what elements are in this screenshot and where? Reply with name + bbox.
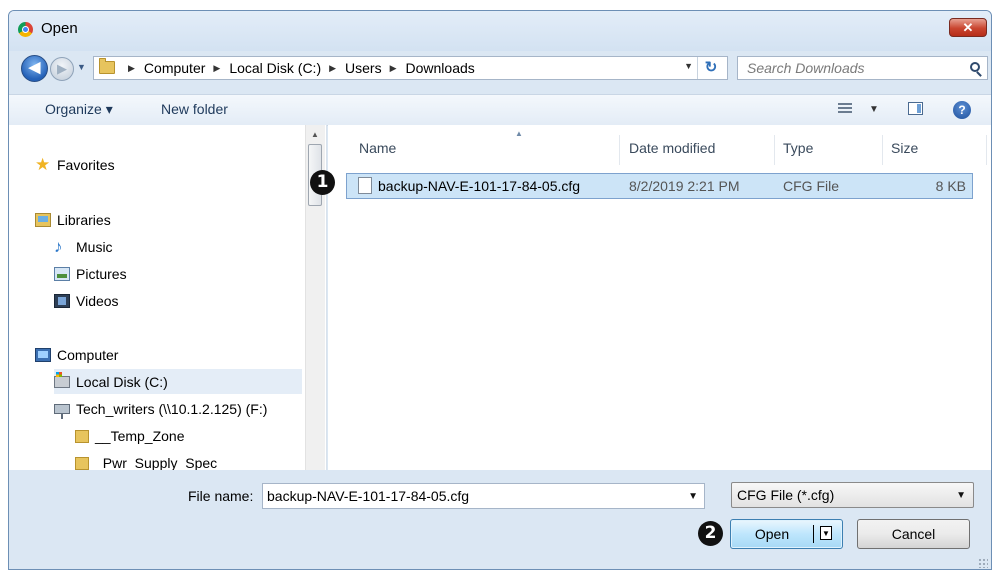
callout-1: 1 bbox=[310, 170, 335, 195]
folder-icon bbox=[99, 58, 115, 74]
music-note-icon: ♪ bbox=[54, 237, 63, 256]
column-divider[interactable] bbox=[882, 135, 883, 165]
sidebar-item-label: Tech_writers (\\10.1.2.125) (F:) bbox=[76, 401, 268, 417]
file-name-dropdown-icon[interactable]: ▼ bbox=[688, 491, 698, 502]
change-view-icon[interactable] bbox=[838, 103, 852, 115]
sidebar-item-pictures[interactable]: Pictures bbox=[54, 266, 127, 282]
file-icon bbox=[358, 177, 372, 194]
navigation-bar: ◀ ▶ ▼ ▶ Computer ▶ Local Disk (C:) ▶ Use… bbox=[9, 51, 991, 85]
breadcrumb: ▶ Computer ▶ Local Disk (C:) ▶ Users ▶ D… bbox=[120, 60, 475, 76]
sidebar-item-label: Computer bbox=[57, 347, 119, 363]
title-bar: Open ✕ bbox=[9, 11, 991, 51]
file-size: 8 KB bbox=[935, 178, 966, 194]
file-row[interactable]: backup-NAV-E-101-17-84-05.cfg 8/2/2019 2… bbox=[346, 173, 973, 199]
column-divider[interactable] bbox=[619, 135, 620, 165]
column-divider[interactable] bbox=[986, 135, 987, 165]
dialog-footer: File name: backup-NAV-E-101-17-84-05.cfg… bbox=[9, 470, 991, 569]
preview-pane-icon[interactable] bbox=[908, 102, 923, 115]
file-date-modified: 8/2/2019 2:21 PM bbox=[629, 178, 740, 194]
star-icon: ★ bbox=[35, 155, 51, 174]
file-type-dropdown-icon: ▼ bbox=[956, 490, 966, 501]
column-header-date-modified[interactable]: Date modified bbox=[629, 140, 715, 156]
sidebar-item-label: Music bbox=[76, 239, 113, 255]
sidebar-item-label: __Temp_Zone bbox=[95, 428, 185, 444]
address-dropdown-icon[interactable]: ▼ bbox=[684, 61, 693, 71]
folder-icon bbox=[75, 456, 89, 470]
sidebar-item-label: Favorites bbox=[57, 157, 115, 173]
column-header-name[interactable]: Name bbox=[359, 140, 396, 156]
sidebar-item-label: Pictures bbox=[76, 266, 127, 282]
folder-icon bbox=[75, 429, 89, 443]
file-name: backup-NAV-E-101-17-84-05.cfg bbox=[378, 178, 581, 194]
new-folder-button[interactable]: New folder bbox=[161, 101, 228, 117]
organize-button[interactable]: Organize ▾ bbox=[45, 101, 113, 118]
breadcrumb-separator-icon[interactable]: ▶ bbox=[390, 63, 397, 74]
sidebar-item-tech-writers[interactable]: Tech_writers (\\10.1.2.125) (F:) bbox=[54, 401, 268, 419]
sidebar-item-pwr-supply-spec[interactable]: _Pwr_Supply_Spec bbox=[75, 455, 217, 471]
sidebar-item-local-disk[interactable]: Local Disk (C:) bbox=[54, 369, 302, 394]
sidebar-item-label: Local Disk (C:) bbox=[76, 373, 168, 390]
open-button-label: Open bbox=[754, 526, 790, 542]
sidebar-item-music[interactable]: ♪ Music bbox=[54, 237, 113, 256]
sidebar-item-favorites[interactable]: ★ Favorites bbox=[35, 155, 115, 174]
film-icon bbox=[54, 294, 70, 308]
command-toolbar: Organize ▾ New folder ▼ ? bbox=[9, 94, 991, 126]
breadcrumb-separator-icon[interactable]: ▶ bbox=[213, 63, 220, 74]
address-bar[interactable]: ▶ Computer ▶ Local Disk (C:) ▶ Users ▶ D… bbox=[93, 56, 728, 80]
back-arrow-icon[interactable]: ◀ bbox=[21, 55, 48, 82]
scroll-up-arrow-icon[interactable]: ▲ bbox=[311, 130, 319, 139]
column-header-size[interactable]: Size bbox=[891, 140, 918, 156]
file-list-pane: ▲ Name Date modified Type Size backup-NA… bbox=[328, 125, 991, 470]
column-divider[interactable] bbox=[774, 135, 775, 165]
network-drive-icon bbox=[54, 404, 70, 419]
column-header-type[interactable]: Type bbox=[783, 140, 813, 156]
sidebar-item-label: Videos bbox=[76, 293, 119, 309]
file-type-value: CFG File (*.cfg) bbox=[737, 487, 835, 503]
sort-ascending-icon: ▲ bbox=[515, 129, 523, 138]
open-dialog: Open ✕ ◀ ▶ ▼ ▶ Computer ▶ Local Disk (C:… bbox=[8, 10, 992, 570]
refresh-icon[interactable]: ↻ bbox=[697, 57, 724, 79]
sidebar-item-temp-zone[interactable]: __Temp_Zone bbox=[75, 428, 185, 444]
breadcrumb-separator-icon[interactable]: ▶ bbox=[128, 63, 135, 74]
help-icon[interactable]: ? bbox=[953, 101, 971, 119]
sidebar-item-computer[interactable]: Computer bbox=[35, 347, 118, 363]
open-options-dropdown-icon[interactable]: ▼ bbox=[820, 526, 832, 540]
chrome-icon bbox=[18, 22, 33, 37]
breadcrumb-local-disk[interactable]: Local Disk (C:) bbox=[229, 60, 321, 76]
split-divider bbox=[813, 525, 814, 543]
close-button[interactable]: ✕ bbox=[949, 18, 987, 37]
computer-icon bbox=[35, 348, 51, 362]
pictures-icon bbox=[54, 267, 70, 281]
file-name-field[interactable]: backup-NAV-E-101-17-84-05.cfg ▼ bbox=[262, 483, 705, 509]
local-disk-icon bbox=[54, 371, 70, 388]
sidebar-item-label: _Pwr_Supply_Spec bbox=[95, 455, 218, 471]
view-options-dropdown-icon[interactable]: ▼ bbox=[869, 104, 879, 115]
file-name-label: File name: bbox=[188, 488, 254, 504]
search-icon[interactable] bbox=[970, 62, 980, 72]
libraries-icon bbox=[35, 213, 51, 227]
breadcrumb-computer[interactable]: Computer bbox=[144, 60, 205, 76]
file-type-select[interactable]: CFG File (*.cfg) ▼ bbox=[731, 482, 974, 508]
callout-2: 2 bbox=[698, 521, 723, 546]
file-type: CFG File bbox=[783, 178, 839, 194]
recent-pages-dropdown-icon[interactable]: ▼ bbox=[77, 62, 86, 72]
sidebar-item-libraries[interactable]: Libraries bbox=[35, 212, 111, 228]
sidebar-item-videos[interactable]: Videos bbox=[54, 293, 119, 309]
forward-arrow-icon[interactable]: ▶ bbox=[50, 57, 74, 81]
search-input[interactable]: Search Downloads bbox=[737, 56, 988, 80]
navigation-pane: ★ Favorites Libraries ♪ Music Pictures V… bbox=[9, 125, 327, 471]
resize-grip-icon[interactable] bbox=[978, 558, 988, 568]
open-button[interactable]: Open ▼ bbox=[730, 519, 843, 549]
breadcrumb-users[interactable]: Users bbox=[345, 60, 382, 76]
search-placeholder: Search Downloads bbox=[747, 60, 865, 76]
sidebar-item-label: Libraries bbox=[57, 212, 111, 228]
window-title: Open bbox=[41, 20, 78, 37]
cancel-button[interactable]: Cancel bbox=[857, 519, 970, 549]
file-name-value: backup-NAV-E-101-17-84-05.cfg bbox=[267, 488, 470, 504]
breadcrumb-downloads[interactable]: Downloads bbox=[406, 60, 475, 76]
breadcrumb-separator-icon[interactable]: ▶ bbox=[329, 63, 336, 74]
